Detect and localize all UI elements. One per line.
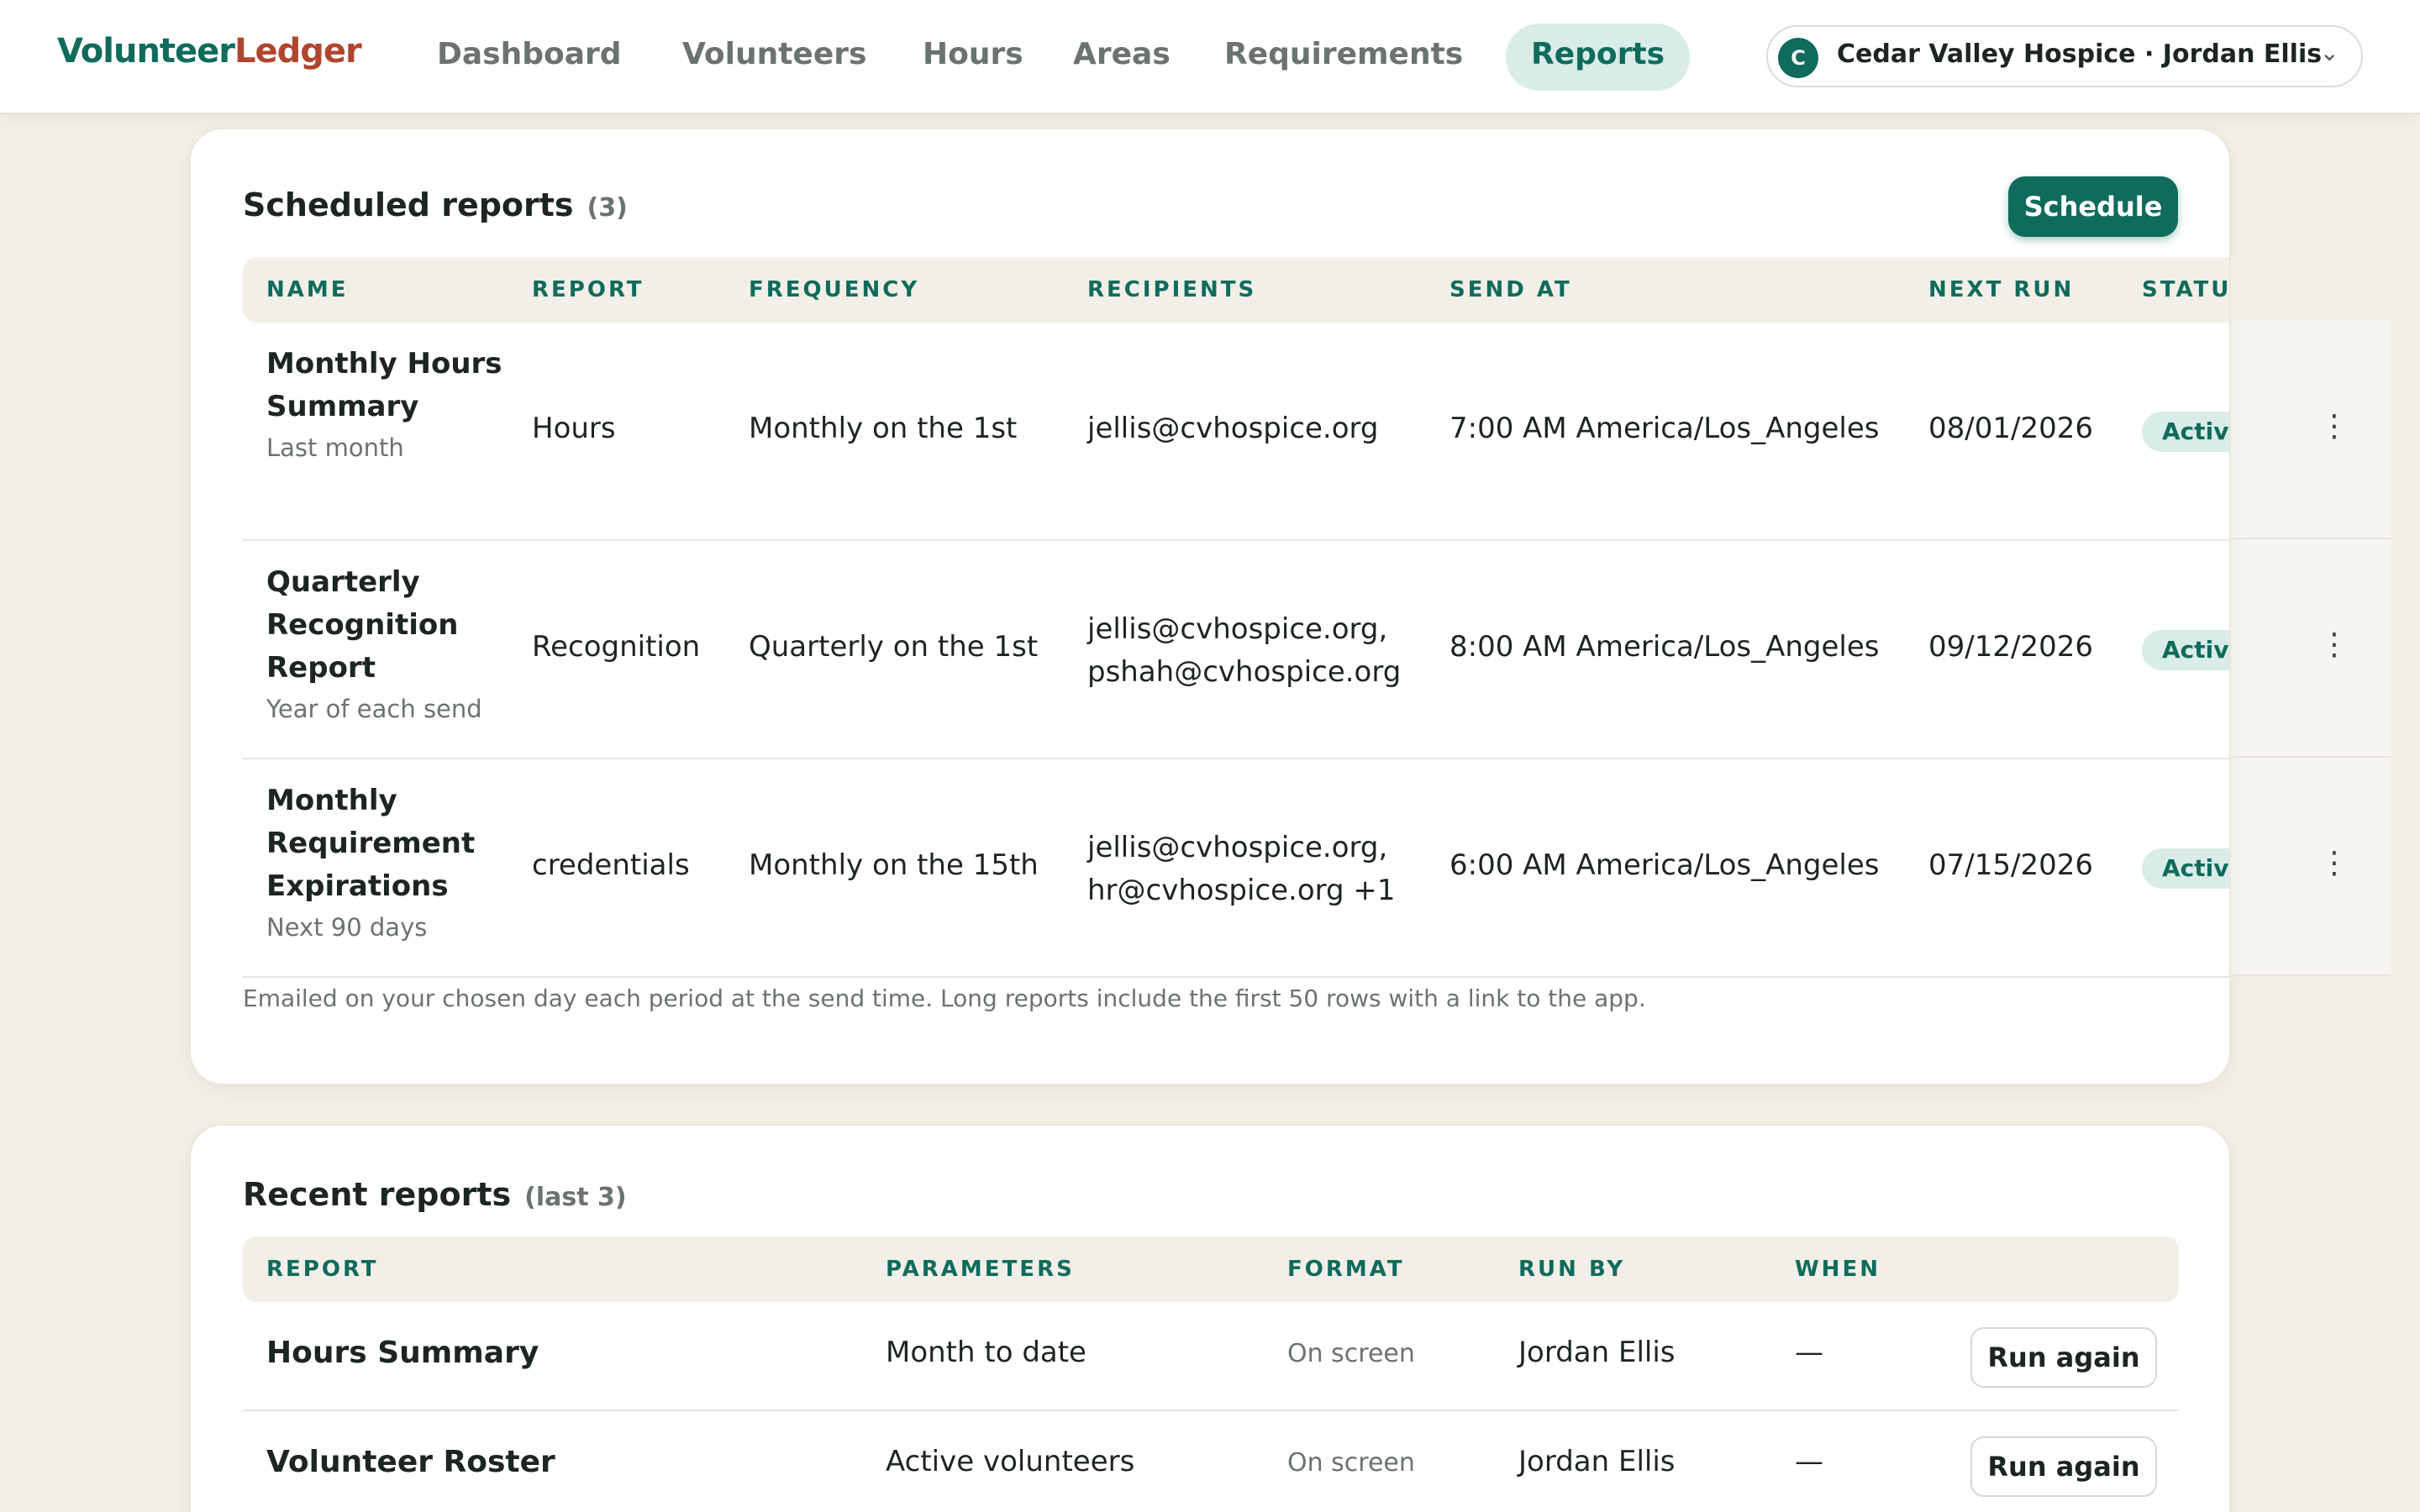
col-format: FORMAT — [1287, 1257, 1405, 1282]
scheduled-actions-column: ⋮ ⋮ ⋮ — [2231, 321, 2391, 976]
col-parameters: PARAMETERS — [886, 1257, 1075, 1282]
recipients-line-1: jellis@cvhospice.org, — [1087, 831, 1388, 864]
status-badge: Active — [2142, 412, 2229, 452]
org-switcher-label: Cedar Valley Hospice · Jordan Ellis — [1837, 39, 2323, 69]
schedule-recipients: jellis@cvhospice.org, hr@cvhospice.org +… — [1087, 827, 1396, 912]
run-again-button[interactable]: Run again — [1970, 1327, 2157, 1388]
recent-row: Volunteer Roster Active volunteers On sc… — [243, 1411, 2179, 1512]
schedule-name-cell: Monthly Hours Summary Last month — [266, 343, 510, 462]
recent-report-name: Volunteer Roster — [266, 1445, 555, 1479]
col-recipients: RECIPIENTS — [1087, 277, 1257, 302]
recent-parameters: Month to date — [886, 1336, 1086, 1369]
recent-reports-heading: Recent reports — [243, 1176, 512, 1213]
schedule-button[interactable]: Schedule — [2008, 176, 2178, 237]
schedule-frequency: Monthly on the 1st — [749, 412, 1018, 445]
col-report: REPORT — [532, 277, 644, 302]
recent-format: On screen — [1287, 1448, 1415, 1478]
nav-hours[interactable]: Hours — [897, 24, 1049, 91]
nav-areas[interactable]: Areas — [1048, 24, 1196, 91]
schedule-range: Last month — [266, 433, 404, 462]
logo-part-1: Volunteer — [57, 32, 235, 71]
schedule-range: Next 90 days — [266, 913, 428, 942]
nav-dashboard[interactable]: Dashboard — [412, 24, 647, 91]
recent-reports-count: (last 3) — [524, 1183, 627, 1212]
scheduled-row: Monthly Requirement Expirations Next 90 … — [243, 759, 2229, 978]
col-report: REPORT — [266, 1257, 379, 1282]
schedule-name-cell: Quarterly Recognition Report Year of eac… — [266, 561, 510, 723]
chevron-down-icon: ⌄ — [2319, 39, 2339, 66]
schedule-report: Recognition — [532, 630, 701, 664]
recent-report-name: Hours Summary — [266, 1336, 539, 1370]
scheduled-row: Quarterly Recognition Report Year of eac… — [243, 541, 2229, 759]
status-badge: Active — [2142, 630, 2229, 670]
schedule-next-run: 07/15/2026 — [1928, 848, 2093, 882]
col-next-run: NEXT RUN — [1928, 277, 2075, 302]
logo-part-2: Ledger — [234, 32, 362, 71]
col-send-at: SEND AT — [1449, 277, 1572, 302]
col-when: WHEN — [1795, 1257, 1881, 1282]
scheduled-reports-title: Scheduled reports (3) — [243, 186, 628, 223]
schedule-recipients: jellis@cvhospice.org — [1087, 412, 1379, 445]
schedule-frequency: Quarterly on the 1st — [749, 630, 1039, 664]
row-menu-icon[interactable]: ⋮ — [2317, 402, 2351, 452]
nav-volunteers[interactable]: Volunteers — [657, 24, 892, 91]
schedule-send-at: 7:00 AM America/Los_Angeles — [1449, 412, 1880, 445]
org-avatar: C — [1778, 38, 1818, 78]
nav-requirements[interactable]: Requirements — [1199, 24, 1488, 91]
schedule-frequency: Monthly on the 15th — [749, 848, 1039, 882]
recent-table-header: REPORT PARAMETERS FORMAT RUN BY WHEN — [243, 1236, 2179, 1302]
scheduled-table-header: NAME REPORT FREQUENCY RECIPIENTS SEND AT… — [243, 257, 2231, 323]
schedule-name: Quarterly Recognition Report — [266, 565, 459, 685]
scheduled-reports-heading: Scheduled reports — [243, 186, 574, 223]
recent-reports-title: Recent reports (last 3) — [243, 1176, 627, 1213]
app-logo[interactable]: VolunteerLedger — [57, 32, 362, 71]
recent-run-by: Jordan Ellis — [1518, 1445, 1676, 1478]
recent-reports-card: Recent reports (last 3) REPORT PARAMETERS… — [189, 1124, 2231, 1512]
schedule-name: Monthly Requirement Expirations — [266, 784, 476, 903]
schedule-name-cell: Monthly Requirement Expirations Next 90 … — [266, 780, 510, 942]
scheduled-header-overflow — [2231, 255, 2391, 321]
recent-when: — — [1795, 1445, 1823, 1478]
nav-reports[interactable]: Reports — [1506, 24, 1691, 91]
col-frequency: FREQUENCY — [749, 277, 920, 302]
top-navigation-bar: VolunteerLedger Dashboard Volunteers Hou… — [0, 0, 2420, 114]
schedule-range: Year of each send — [266, 695, 482, 723]
schedule-next-run: 08/01/2026 — [1928, 412, 2093, 445]
scheduled-footnote: Emailed on your chosen day each period a… — [243, 984, 1646, 1012]
recent-row: Hours Summary Month to date On screen Jo… — [243, 1302, 2179, 1411]
schedule-report: credentials — [532, 848, 690, 882]
recent-format: On screen — [1287, 1339, 1415, 1368]
recent-parameters: Active volunteers — [886, 1445, 1135, 1478]
run-again-button[interactable]: Run again — [1970, 1436, 2157, 1497]
scheduled-reports-count: (3) — [587, 193, 628, 223]
status-badge: Active — [2142, 848, 2229, 889]
col-status: STATUS — [2142, 277, 2231, 302]
scheduled-reports-card: Scheduled reports (3) Schedule NAME REPOR… — [189, 128, 2231, 1085]
schedule-send-at: 6:00 AM America/Los_Angeles — [1449, 848, 1880, 882]
schedule-name: Monthly Hours Summary — [266, 347, 502, 423]
row-menu-icon[interactable]: ⋮ — [2317, 838, 2351, 889]
schedule-report: Hours — [532, 412, 616, 445]
row-menu-icon[interactable]: ⋮ — [2317, 620, 2351, 670]
schedule-send-at: 8:00 AM America/Los_Angeles — [1449, 630, 1880, 664]
recent-when: — — [1795, 1336, 1823, 1369]
col-name: NAME — [266, 277, 349, 302]
org-switcher[interactable]: C Cedar Valley Hospice · Jordan Ellis ⌄ — [1766, 25, 2363, 87]
col-run-by: RUN BY — [1518, 1257, 1626, 1282]
recipients-line-2: pshah@cvhospice.org — [1087, 655, 1402, 689]
scheduled-row: Monthly Hours Summary Last month Hours M… — [243, 323, 2229, 541]
recent-run-by: Jordan Ellis — [1518, 1336, 1676, 1369]
recipients-line-2: hr@cvhospice.org +1 — [1087, 874, 1396, 907]
recipients-line-1: jellis@cvhospice.org, — [1087, 612, 1388, 646]
schedule-recipients: jellis@cvhospice.org, pshah@cvhospice.or… — [1087, 608, 1401, 694]
schedule-next-run: 09/12/2026 — [1928, 630, 2093, 664]
